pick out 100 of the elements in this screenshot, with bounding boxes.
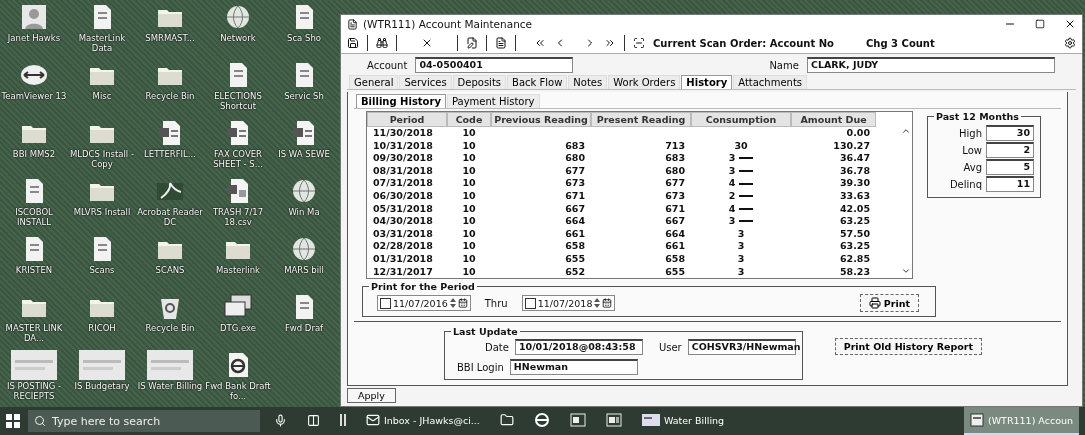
- window-icon[interactable]: [970, 413, 984, 427]
- task-view-icon[interactable]: [307, 413, 320, 427]
- scan-icon[interactable]: [633, 37, 645, 49]
- desktop-icon[interactable]: Acrobat Reader DC: [136, 176, 204, 234]
- desktop-icon[interactable]: IS Budgetary: [68, 350, 136, 407]
- column-header[interactable]: Consumption: [691, 112, 791, 127]
- desktop-icon[interactable]: IS Water Billing: [136, 350, 204, 407]
- checkbox[interactable]: [380, 297, 391, 309]
- code-cell: 10: [462, 189, 476, 203]
- desktop-icon[interactable]: Servic Sh: [272, 60, 336, 118]
- desktop-icon[interactable]: KRISTEN: [0, 234, 68, 292]
- desktop-icon[interactable]: MasterLink Data: [68, 2, 136, 60]
- name-field[interactable]: CLARK, JUDY: [806, 57, 1055, 73]
- desktop-icon[interactable]: Fwd Draf: [272, 292, 336, 350]
- calendar-icon[interactable]: [602, 298, 613, 309]
- desktop-icon[interactable]: LETTERFIL...: [136, 118, 204, 176]
- desktop-icon[interactable]: Scans: [68, 234, 136, 292]
- desktop-icon[interactable]: Masterlink: [204, 234, 272, 292]
- stat-label: Avg: [963, 161, 982, 173]
- desktop-icon[interactable]: ELECTIONS Shortcut: [204, 60, 272, 118]
- desktop-icon[interactable]: TRASH 7/17 18.csv: [204, 176, 272, 234]
- period-cell: 12/31/2017: [373, 265, 433, 279]
- desktop-icon[interactable]: IS WA SEWE: [272, 118, 336, 176]
- tab[interactable]: Notes: [568, 75, 608, 89]
- form-icon[interactable]: [466, 37, 478, 49]
- desktop-icon[interactable]: BBI MMS2: [0, 118, 68, 176]
- taskbar-item[interactable]: Inbox - JHawks@ci...: [360, 407, 486, 435]
- word-document-icon[interactable]: [569, 413, 586, 427]
- column-header[interactable]: Amount Due: [791, 112, 876, 127]
- desktop-icon[interactable]: RICOH: [68, 292, 136, 350]
- taskbar-item[interactable]: (WTR111) Accoun: [964, 407, 1079, 435]
- desktop-icon[interactable]: Win Ma: [272, 176, 336, 234]
- desktop-icon[interactable]: Network: [204, 2, 272, 60]
- desktop-icon[interactable]: FAX COVER SHEET - S...: [204, 118, 272, 176]
- column-header[interactable]: Present Reading: [591, 112, 691, 127]
- search-icon: [34, 415, 46, 427]
- last-icon[interactable]: [604, 37, 616, 49]
- delete-icon[interactable]: [421, 37, 433, 49]
- date-field[interactable]: 11/07/2016: [377, 295, 471, 312]
- print-button[interactable]: Print: [859, 294, 919, 313]
- tab[interactable]: Services: [399, 75, 452, 89]
- tab[interactable]: General: [349, 75, 399, 89]
- desktop-icon[interactable]: Recycle Bin: [136, 60, 204, 118]
- checkbox[interactable]: [524, 297, 536, 309]
- tab[interactable]: Billing History: [356, 94, 446, 108]
- binoculars-icon[interactable]: [376, 37, 388, 49]
- tab[interactable]: Attachments: [733, 75, 808, 89]
- change-count-label: Chg 3 Count: [866, 37, 936, 49]
- settings-icon[interactable]: [1064, 37, 1076, 49]
- desktop-icon[interactable]: MASTER LINK DA...: [0, 292, 68, 350]
- column-header[interactable]: Previous Reading: [491, 112, 591, 127]
- desktop-icon[interactable]: MARS bill: [272, 234, 336, 292]
- app-icon[interactable]: [641, 414, 660, 426]
- folder-icon[interactable]: [499, 413, 514, 427]
- date-field: 10/01/2018@08:43:58: [514, 339, 643, 356]
- account-field[interactable]: 04-0500401: [415, 57, 574, 73]
- desktop-icon[interactable]: Recycle Bin: [136, 292, 204, 350]
- tab[interactable]: Back Flow: [507, 75, 568, 89]
- desktop-icon[interactable]: SCANS: [136, 234, 204, 292]
- desktop-icon[interactable]: DTG.exe: [204, 292, 272, 350]
- previous-reading-cell: 661: [565, 227, 585, 241]
- desktop-icon[interactable]: TeamViewer 13: [0, 60, 68, 118]
- mail-icon[interactable]: [366, 413, 380, 427]
- desktop-icon[interactable]: MLDCS Install - Copy: [68, 118, 136, 176]
- date-field[interactable]: 11/07/2018: [521, 295, 616, 312]
- spinner-icon[interactable]: [449, 298, 456, 309]
- tab[interactable]: Deposits: [452, 75, 507, 89]
- first-icon[interactable]: [534, 37, 546, 49]
- spinner-icon[interactable]: [594, 298, 601, 309]
- column-header[interactable]: Period: [367, 112, 447, 127]
- spreadsheet-icon[interactable]: [605, 413, 622, 427]
- desktop-icon[interactable]: Misc: [68, 60, 136, 118]
- browser-icon[interactable]: [533, 412, 550, 428]
- taskbar-item[interactable]: Water Billing: [635, 407, 731, 435]
- start-icon[interactable]: [6, 414, 20, 428]
- save-icon[interactable]: [347, 37, 359, 49]
- tab[interactable]: History: [681, 75, 733, 89]
- search-field[interactable]: Type here to search: [28, 410, 260, 432]
- period-cell: 04/30/2018: [373, 215, 433, 228]
- print-old-history-report-button[interactable]: Print Old History Report: [834, 338, 983, 356]
- apply-button[interactable]: Apply: [347, 388, 396, 403]
- maximize-icon[interactable]: [1035, 19, 1045, 29]
- close-icon[interactable]: [1064, 18, 1076, 30]
- desktop-icon[interactable]: ISCOBOL INSTALL: [0, 176, 68, 234]
- document-icon[interactable]: [495, 37, 507, 49]
- column-header[interactable]: Code: [447, 112, 491, 127]
- scroll-up-icon[interactable]: [900, 126, 911, 136]
- desktop-icon[interactable]: Fwd Bank Draft fo...: [204, 350, 272, 407]
- pause-icon[interactable]: [340, 414, 346, 426]
- microphone-icon[interactable]: [274, 413, 287, 427]
- desktop-icon[interactable]: IS POSTING - RECIEPTS: [0, 350, 68, 407]
- tab[interactable]: Payment History: [446, 94, 540, 108]
- desktop-icon[interactable]: SMRMAST...: [136, 2, 204, 60]
- desktop-icon[interactable]: Sca Sho: [272, 2, 336, 60]
- printer-icon: [868, 297, 881, 310]
- tab[interactable]: Work Orders: [608, 75, 681, 89]
- code-cell: 10: [462, 265, 476, 279]
- desktop-icon[interactable]: Janet Hawks: [0, 2, 68, 60]
- desktop-icon[interactable]: MLVRS Install: [68, 176, 136, 234]
- calendar-icon[interactable]: [457, 298, 468, 309]
